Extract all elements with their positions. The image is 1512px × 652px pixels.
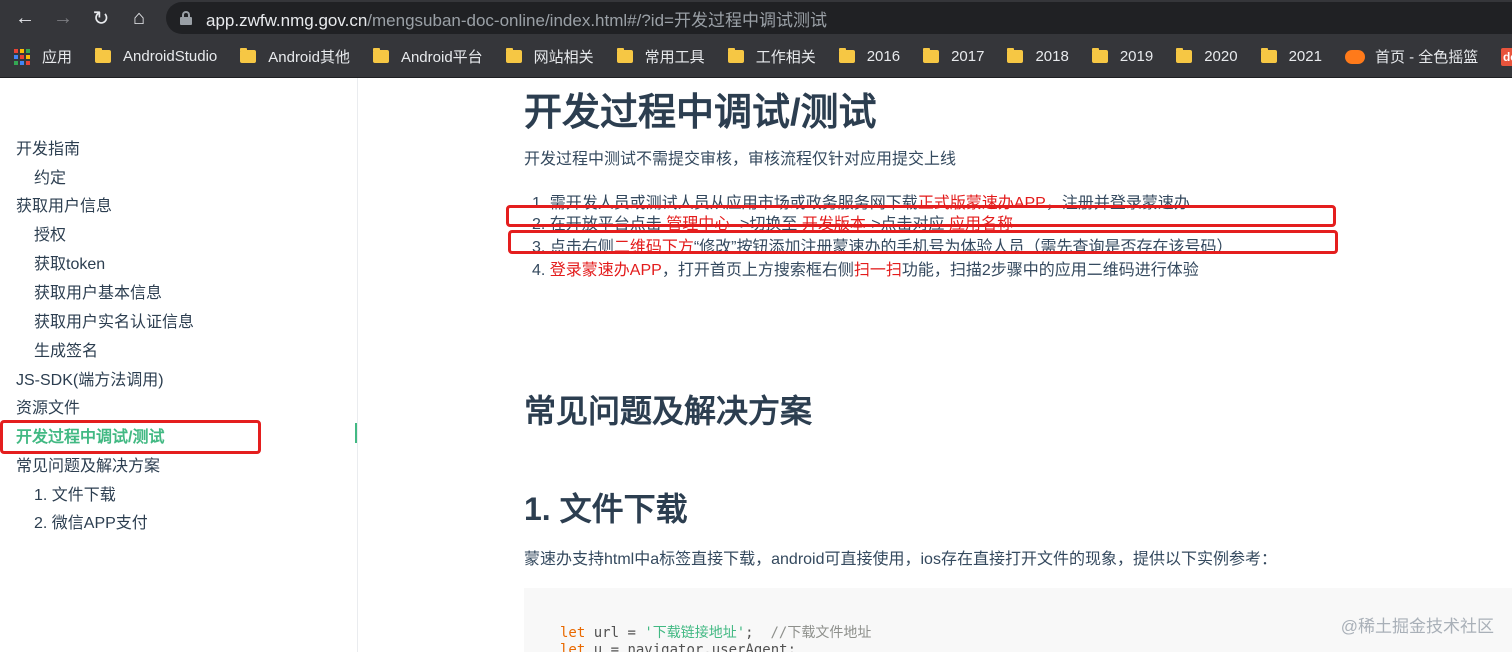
bookmark-folder[interactable]: 2020 [1176,42,1238,72]
section-desc: 蒙速办支持html中a标签直接下载，android可直接使用，ios存在直接打开… [524,551,1277,568]
back-arrow-icon[interactable]: ← [6,0,44,36]
annotation-box [508,230,1338,254]
bookmark-folder[interactable]: 2018 [1007,42,1069,72]
bookmark-folder[interactable]: Android平台 [372,42,483,72]
sidebar-item[interactable]: 资源文件 [16,394,80,418]
cloud-icon [1344,49,1365,64]
folder-icon [923,48,940,63]
annotation-box [0,420,261,454]
bookmark-folder[interactable]: 网站相关 [505,42,594,72]
sidebar-item[interactable]: 获取用户实名认证信息 [34,308,194,332]
folder-icon [1260,48,1277,63]
list-item: 4. 登录蒙速办APP，打开首页上方搜索框右侧扫一扫功能，扫描2步骤中的应用二维… [532,262,1199,279]
sidebar-item[interactable]: 约定 [34,164,66,188]
sidebar-item[interactable]: JS-SDK(端方法调用) [16,366,164,390]
bookmark-apps[interactable]: 应用 [14,42,72,72]
bookmark-folder[interactable]: 2016 [838,42,900,72]
bookmark-folder[interactable]: 2021 [1260,42,1322,72]
section-title: 常见问题及解决方案 [524,393,813,429]
main-content: 开发过程中调试/测试 开发过程中测试不需提交审核，审核流程仅针对应用提交上线 1… [359,78,1512,652]
folder-icon [372,48,389,63]
bookmark-site[interactable]: doPI [1501,42,1512,72]
link[interactable]: 扫一扫 [854,262,902,279]
folder-icon [1176,48,1193,63]
forward-arrow-icon[interactable]: → [44,0,82,36]
page-title: 开发过程中调试/测试 [524,92,877,134]
sidebar: 开发指南 约定 获取用户信息 授权 获取token 获取用户基本信息 获取用户实… [0,78,358,652]
bookmark-folder[interactable]: AndroidStudio [95,42,217,72]
sidebar-item[interactable]: 获取用户信息 [16,192,112,216]
bookmark-folder[interactable]: 2019 [1091,42,1153,72]
bookmark-folder[interactable]: Android其他 [240,42,350,72]
apps-grid-icon [14,48,30,65]
link[interactable]: 登录蒙速办APP [550,262,662,279]
folder-icon [505,48,522,63]
sidebar-item[interactable]: 1. 文件下载 [34,481,116,505]
watermark: @稀土掘金技术社区 [1340,617,1494,636]
sidebar-item[interactable]: 开发指南 [16,135,80,159]
folder-icon [240,48,257,63]
code-line: let u = navigator.userAgent; [560,642,797,652]
sidebar-item[interactable]: 获取token [34,250,105,274]
sidebar-item[interactable]: 常见问题及解决方案 [16,452,160,476]
code-line: let url = '下载链接地址'; //下载文件地址 [560,625,872,641]
sidebar-item[interactable]: 2. 微信APP支付 [34,509,148,533]
bookmark-site[interactable]: 首页 - 全色摇篮 [1344,42,1478,72]
folder-icon [838,48,855,63]
annotation-box [506,205,1336,227]
sidebar-item[interactable]: 获取用户基本信息 [34,279,162,303]
bookmark-folder[interactable]: 常用工具 [616,42,705,72]
sidebar-item[interactable]: 授权 [34,221,66,245]
home-icon[interactable]: ⌂ [120,0,158,36]
reload-icon[interactable]: ↻ [82,0,120,36]
folder-icon [95,48,112,63]
folder-icon [616,48,633,63]
active-indicator [355,423,357,443]
url-text: app.zwfw.nmg.gov.cn/mengsuban-doc-online… [206,10,827,30]
do-icon: do [1501,47,1512,66]
bookmark-folder[interactable]: 工作相关 [727,42,816,72]
folder-icon [1091,48,1108,63]
folder-icon [1007,48,1024,63]
browser-toolbar: ← → ↻ ⌂ app.zwfw.nmg.gov.cn/mengsuban-do… [0,0,1512,36]
section-title: 1. 文件下载 [524,491,688,527]
bookmark-folder[interactable]: 2017 [923,42,984,72]
intro-text: 开发过程中测试不需提交审核，审核流程仅针对应用提交上线 [524,151,957,168]
address-bar[interactable]: app.zwfw.nmg.gov.cn/mengsuban-doc-online… [166,2,1512,34]
bookmarks-bar: 应用 AndroidStudio Android其他 Android平台 网站相… [0,36,1512,78]
sidebar-item[interactable]: 生成签名 [34,337,98,361]
folder-icon [727,48,744,63]
lock-icon[interactable] [180,11,192,25]
